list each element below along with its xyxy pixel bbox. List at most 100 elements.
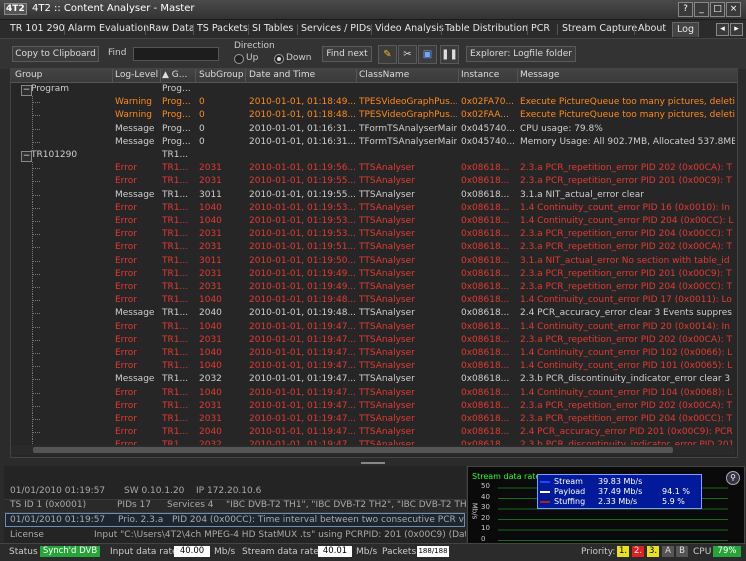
column-g[interactable]: ▲ G... [162, 70, 194, 80]
tab-pcr[interactable]: PCR [527, 22, 554, 36]
column-classname[interactable]: ClassName [359, 70, 459, 80]
cell-dt: 2010-01-01, 01:18:49... [249, 97, 355, 108]
cell-sub: 2040 [199, 308, 222, 319]
cell-sub: 2031 [199, 242, 222, 253]
table-row[interactable]: Error TR1... 2031 2010-01-01, 01:19:56... TT… [11, 162, 737, 176]
table-row[interactable]: Error TR1... 1040 2010-01-01, 01:19:47... TT… [11, 360, 737, 374]
table-row[interactable]: Error TR1... 2040 2010-01-01, 01:19:47... TT… [11, 426, 737, 440]
up-radio[interactable] [234, 54, 244, 64]
scrollbar-thumb[interactable] [33, 447, 673, 453]
table-row[interactable]: Error TR1... 2031 2010-01-01, 01:19:49... TT… [11, 281, 737, 294]
tab-raw-data[interactable]: Raw Data [145, 22, 199, 36]
group-row[interactable]: − Program Prog... [11, 83, 737, 96]
tree-branch [32, 392, 40, 394]
copy-to-clipboard-button[interactable]: Copy to Clipboard [12, 46, 99, 62]
cell-cls: TTSAnalyser [359, 255, 415, 266]
column-group[interactable]: Group [15, 70, 111, 80]
table-row[interactable]: Error TR1... 1040 2010-01-01, 01:19:47... TT… [11, 320, 737, 334]
splitter-grip[interactable] [361, 462, 385, 464]
explorer-logfile-folder-button[interactable]: Explorer: Logfile folder [466, 46, 576, 62]
table-row[interactable]: Warning Prog... 0 2010-01-01, 01:18:48... TP… [11, 109, 737, 123]
cell-cls: TTSAnalyser [359, 282, 415, 292]
cell-msg: 2.3.a PCR_repetition_error PID 204 (0x00… [520, 229, 733, 240]
table-row[interactable]: Error TR1... 1040 2010-01-01, 01:19:47... TT… [11, 347, 737, 360]
maximize-button[interactable]: □ [710, 2, 725, 17]
table-row[interactable]: Warning Prog... 0 2010-01-01, 01:18:49... TP… [11, 96, 737, 110]
tab-si-tables[interactable]: SI Tables [248, 22, 297, 36]
tools-icon[interactable]: ✂ [398, 45, 417, 64]
table-row[interactable]: Error TR1... 1040 2010-01-01, 01:19:53... TT… [11, 215, 737, 228]
table-row[interactable]: Error TR1... 2031 2010-01-01, 01:19:47... TT… [11, 399, 737, 413]
pause-icon[interactable]: ❚❚ [440, 45, 459, 64]
horizontal-scrollbar[interactable] [11, 445, 735, 455]
tab-alarm-evaluation[interactable]: Alarm Evaluation [64, 22, 153, 36]
table-row[interactable]: Message TR1... 3011 2010-01-01, 01:19:55...… [11, 188, 737, 202]
grid-header: Group Log-Level ▲ G... SubGroup Date and… [11, 69, 737, 83]
cell-sub: 0 [199, 136, 205, 147]
cell-inst: 0x08618... [461, 163, 510, 174]
legend-name: Stuffing [554, 497, 586, 506]
table-row[interactable]: Message TR1... 2040 2010-01-01, 01:19:48...… [11, 307, 737, 321]
table-row[interactable]: Error TR1... 2031 2010-01-01, 01:19:47... TT… [11, 413, 737, 426]
cell-level: Message [115, 189, 155, 200]
table-row[interactable]: Error TR1... 2031 2010-01-01, 01:19:49... TT… [11, 267, 737, 281]
cell-g: Prog... [162, 84, 191, 94]
tab-scroll-left-icon[interactable]: ◂ [716, 23, 729, 36]
cell-level: Error [115, 387, 137, 398]
cell-g: TR1... [162, 387, 189, 398]
table-row[interactable]: Error TR1... 1040 2010-01-01, 01:19:53... TT… [11, 201, 737, 215]
log-toolbar: Copy to Clipboard Find Direction Up Down… [0, 38, 746, 69]
cell-inst: 0x08618... [461, 427, 510, 438]
column-log-level[interactable]: Log-Level [115, 70, 159, 80]
tab-tr101290[interactable]: TR 101 290 [6, 22, 69, 36]
cell-msg: Memory Usage: All 902.7MB, Allocated 537… [520, 136, 735, 147]
tab-video-analysis[interactable]: Video Analysis [371, 22, 448, 36]
cell-sub: 1040 [199, 387, 222, 398]
tab-stream-capture[interactable]: Stream Capture [558, 22, 641, 36]
table-row[interactable]: Error TR1... 2031 2010-01-01, 01:19:51... TT… [11, 241, 737, 255]
tab-table-distribution[interactable]: Table Distribution [441, 22, 532, 36]
close-button[interactable]: × [726, 2, 741, 17]
tab-ts-packets[interactable]: TS Packets [193, 22, 252, 36]
save-icon[interactable]: ▣ [418, 45, 437, 64]
info-line-3[interactable]: 01/01/2010 01:19:57 Prio. 2.3.a PID 204 … [5, 513, 465, 527]
tab-services-pids[interactable]: Services / PIDs [297, 22, 375, 36]
group-row[interactable]: − TR101290 TR1... [11, 149, 737, 162]
column-subgroup[interactable]: SubGroup [199, 70, 244, 80]
table-row[interactable]: Message TR1... 2032 2010-01-01, 01:19:47...… [11, 373, 737, 387]
table-row[interactable]: Error TR1... 1040 2010-01-01, 01:19:47... TT… [11, 386, 737, 400]
column-message[interactable]: Message [520, 70, 735, 80]
cell-msg: 2.3.a PCR_repetition_error PID 202 (0x00… [520, 163, 732, 174]
stream-rate-value: 40.01 [318, 546, 352, 557]
find-input[interactable] [133, 47, 219, 61]
info-ts-id: TS ID 1 (0x0001) [10, 500, 87, 510]
down-radio-label[interactable]: Down [286, 53, 312, 63]
up-radio-label[interactable]: Up [246, 53, 258, 63]
table-row[interactable]: Message Prog... 0 2010-01-01, 01:16:31... TF… [11, 135, 737, 149]
table-row[interactable]: Error TR1... 2031 2010-01-01, 01:19:47... TT… [11, 333, 737, 347]
main-tabs: TR 101 290 Alarm Evaluation Raw Data TS … [0, 21, 746, 37]
cell-g: TR1... [162, 308, 189, 319]
tab-about[interactable]: About [634, 22, 670, 36]
cell-sub: 3011 [199, 255, 222, 266]
cell-g: TR1... [162, 189, 189, 200]
table-row[interactable]: Message Prog... 0 2010-01-01, 01:16:31... TF… [11, 122, 737, 136]
find-next-button[interactable]: Find next [322, 46, 372, 62]
tab-scroll-right-icon[interactable]: ▸ [730, 23, 743, 36]
clean-icon[interactable]: ✎ [378, 45, 397, 64]
column-date-time[interactable]: Date and Time [249, 70, 355, 80]
down-radio[interactable] [274, 54, 284, 64]
minimize-button[interactable]: _ [694, 2, 709, 17]
table-row[interactable]: Error TR1... 1040 2010-01-01, 01:19:48... TT… [11, 294, 737, 308]
table-row[interactable]: Error TR1... 2031 2010-01-01, 01:19:55... TT… [11, 175, 737, 189]
cell-level: Error [115, 268, 137, 279]
help-button[interactable]: ? [678, 2, 693, 17]
cell-level: Error [115, 334, 137, 345]
zoom-icon[interactable]: ⚲ [726, 471, 740, 485]
table-row[interactable]: Error TR1... 3011 2010-01-01, 01:19:50... TT… [11, 254, 737, 268]
alarm-priority: Prio. 2.3.a [118, 515, 164, 525]
column-instance[interactable]: Instance [461, 70, 515, 80]
tab-log[interactable]: Log [672, 22, 699, 37]
tree-branch [32, 247, 40, 249]
table-row[interactable]: Error TR1... 2031 2010-01-01, 01:19:53... TT… [11, 228, 737, 242]
